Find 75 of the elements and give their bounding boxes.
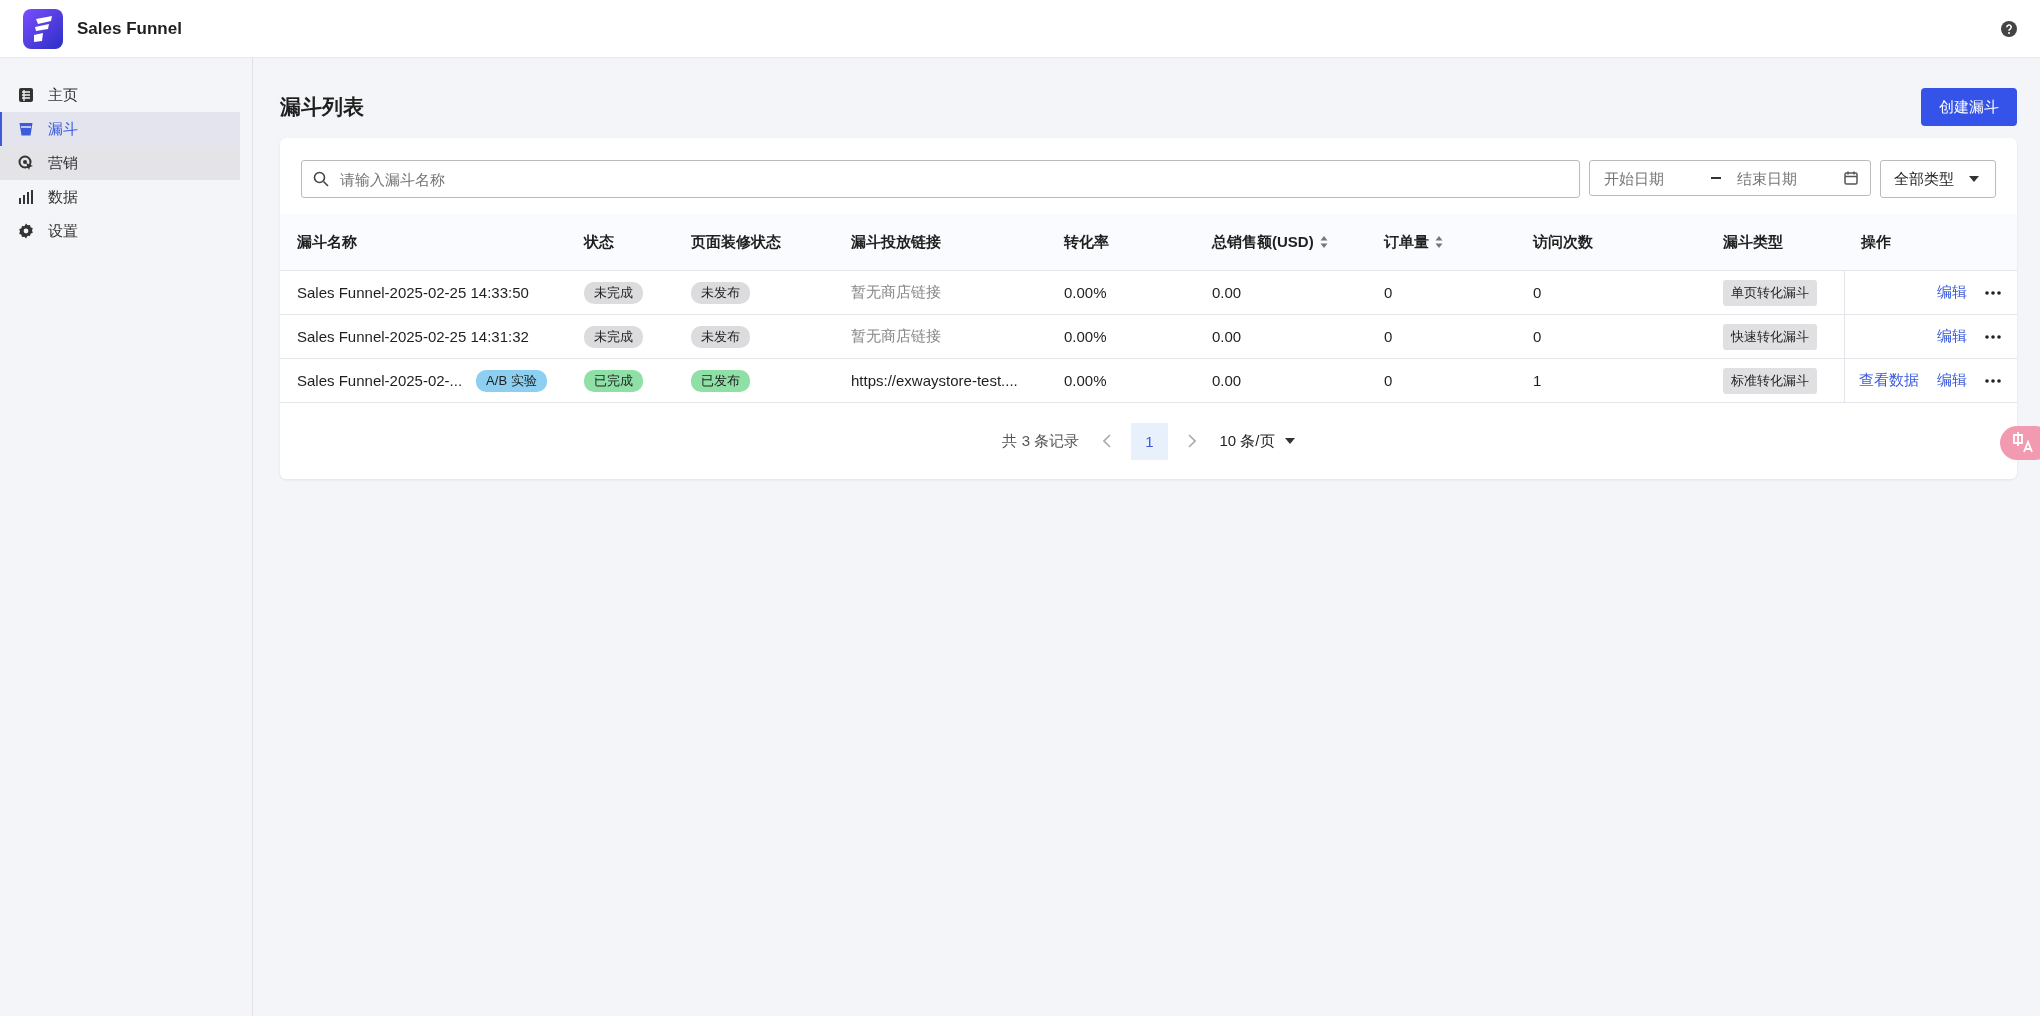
list-icon xyxy=(18,87,34,103)
column-header-label: 操作 xyxy=(1861,232,1891,252)
ab-test-tag: A/B 实验 xyxy=(476,369,547,392)
funnel-name: Sales Funnel-2025-02-... xyxy=(297,372,463,389)
help-icon[interactable] xyxy=(2001,20,2017,37)
column-header-label: 总销售额(USD) xyxy=(1212,232,1314,252)
dash-icon xyxy=(1711,177,1721,179)
sidebar-item[interactable]: 数据 xyxy=(0,180,240,214)
start-date-field[interactable]: 开始日期 xyxy=(1602,168,1697,188)
bar-chart-icon xyxy=(18,189,34,205)
column-header-label: 页面装修状态 xyxy=(691,232,781,252)
end-date-field[interactable]: 结束日期 xyxy=(1735,168,1830,188)
sidebar-item[interactable]: 营销 xyxy=(0,146,240,180)
column-header-label: 订单量 xyxy=(1384,232,1429,252)
calendar-icon xyxy=(1844,171,1858,185)
action-link[interactable]: 编辑 xyxy=(1937,371,1967,390)
column-header-label: 转化率 xyxy=(1064,232,1109,252)
visit-count: 0 xyxy=(1533,284,1542,301)
status-tag: 已完成 xyxy=(584,369,643,392)
cup-icon xyxy=(18,121,34,137)
action-link[interactable]: 编辑 xyxy=(1937,283,1967,302)
funnel-type-tag: 快速转化漏斗 xyxy=(1723,323,1817,350)
order-count: 0 xyxy=(1384,284,1393,301)
column-header-label: 状态 xyxy=(584,232,614,252)
search-icon xyxy=(313,171,329,187)
app-logo-icon xyxy=(23,8,63,49)
create-funnel-button[interactable]: 创建漏斗 xyxy=(1921,88,2017,126)
conversion-rate: 0.00% xyxy=(1064,284,1107,301)
order-count: 0 xyxy=(1384,328,1393,345)
column-header-label: 漏斗类型 xyxy=(1723,232,1783,252)
status-tag: 未完成 xyxy=(584,325,643,348)
type-select[interactable]: 全部类型 xyxy=(1880,160,1996,198)
caret-icon xyxy=(1284,438,1295,444)
record-count: 共 3 条记录 xyxy=(1002,431,1080,451)
sidebar-item[interactable]: 主页 xyxy=(0,78,240,112)
target-cursor-icon xyxy=(18,155,34,171)
funnel-link[interactable]: https://exwaystore-test.... xyxy=(851,372,1018,389)
action-link[interactable]: 编辑 xyxy=(1937,327,1967,346)
column-header-label: 漏斗名称 xyxy=(297,232,357,252)
funnel-type-tag: 单页转化漏斗 xyxy=(1723,279,1817,306)
page-title: 漏斗列表 xyxy=(280,94,364,120)
sort-icon[interactable] xyxy=(1319,236,1328,248)
page-size-select[interactable]: 10 条/页 xyxy=(1219,431,1275,451)
app-title: Sales Funnel xyxy=(77,18,182,39)
conversion-rate: 0.00% xyxy=(1064,372,1107,389)
funnel-type-tag: 标准转化漏斗 xyxy=(1723,367,1817,394)
search-field[interactable]: 请输入漏斗名称 xyxy=(301,160,1580,198)
action-link[interactable]: 查看数据 xyxy=(1859,371,1919,390)
sales-amount: 0.00 xyxy=(1212,328,1242,345)
caret-icon xyxy=(1969,176,1979,182)
sidebar-item[interactable]: 设置 xyxy=(0,214,240,248)
page-number[interactable]: 1 xyxy=(1131,422,1168,460)
more-icon[interactable] xyxy=(1985,334,2001,339)
sales-amount: 0.00 xyxy=(1212,284,1242,301)
conversion-rate: 0.00% xyxy=(1064,328,1107,345)
page-status-tag: 未发布 xyxy=(691,281,750,304)
column-header-label: 漏斗投放链接 xyxy=(851,232,941,252)
funnel-name: Sales Funnel-2025-02-25 14:31:32 xyxy=(297,328,529,345)
column-header-label: 访问次数 xyxy=(1533,232,1593,252)
previous-page-icon[interactable] xyxy=(1103,434,1112,448)
sales-amount: 0.00 xyxy=(1212,372,1242,389)
more-icon[interactable] xyxy=(1985,378,2001,383)
visit-count: 1 xyxy=(1533,372,1542,389)
funnel-name: Sales Funnel-2025-02-25 14:33:50 xyxy=(297,284,529,301)
settings-icon xyxy=(18,223,34,239)
more-icon[interactable] xyxy=(1985,290,2001,295)
status-tag: 未完成 xyxy=(584,281,643,304)
page-status-tag: 未发布 xyxy=(691,325,750,348)
page-status-tag: 已发布 xyxy=(691,369,750,392)
order-count: 0 xyxy=(1384,372,1393,389)
visit-count: 0 xyxy=(1533,328,1542,345)
next-page-icon[interactable] xyxy=(1187,434,1196,448)
date-range-picker[interactable]: 开始日期 结束日期 xyxy=(1589,160,1871,196)
sidebar-item[interactable]: 漏斗 xyxy=(0,112,240,146)
sort-icon[interactable] xyxy=(1435,236,1443,248)
